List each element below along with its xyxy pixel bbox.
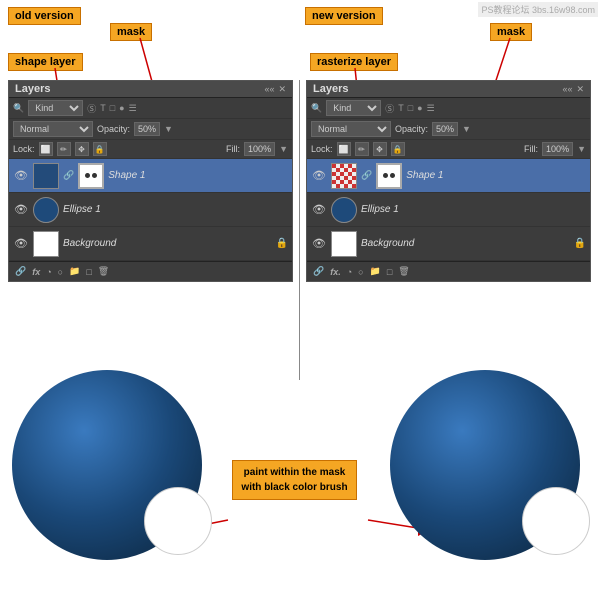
left-layer-shape1[interactable]: 👁 🔗 Shape 1 [9, 159, 292, 193]
paint-label: paint within the mask with black color b… [232, 460, 357, 500]
right-circle-container [390, 370, 580, 560]
left-kind-row: 🔍 Kind Ⓢ T □ ● ☰ [9, 98, 292, 119]
right-eye-shape1[interactable]: 👁 [311, 168, 327, 184]
right-lock-row: Lock: ⬜ ✏ ✥ 🔒 Fill: 100% ▼ [307, 140, 590, 159]
right-blend-row: Normal Opacity: 50% ▼ [307, 119, 590, 140]
right-mask-label: mask [490, 22, 532, 40]
left-footer-mask[interactable]: ◔ [46, 267, 51, 277]
right-footer-folder[interactable]: 📁 [370, 266, 381, 277]
right-footer-new[interactable]: □ [387, 267, 392, 277]
rasterize-layer-label: rasterize layer [310, 52, 398, 70]
left-layer3-name: Background [63, 238, 272, 249]
left-eye-bg[interactable]: 👁 [13, 236, 29, 252]
left-footer-link[interactable]: 🔗 [15, 266, 26, 277]
right-blend-select[interactable]: Normal [311, 121, 391, 137]
right-layer-ellipse1[interactable]: 👁 Ellipse 1 [307, 193, 590, 227]
right-mask1-thumb [376, 163, 402, 189]
left-layer2-name: Ellipse 1 [63, 204, 101, 215]
right-panel-controls: «« ✕ [562, 84, 584, 95]
left-eye-shape1[interactable]: 👁 [13, 168, 29, 184]
left-panel-footer: 🔗 fx ◔ ○ 📁 □ 🗑 [9, 261, 292, 281]
left-bg-thumb [33, 231, 59, 257]
right-footer-adj[interactable]: ○ [358, 267, 363, 277]
left-mask1-thumb [78, 163, 104, 189]
left-layer-background[interactable]: 👁 Background 🔒 [9, 227, 292, 261]
right-panel-footer: 🔗 fx. ◔ ○ 📁 □ 🗑 [307, 261, 590, 281]
left-circle-container [12, 370, 202, 560]
left-panel-title: Layers [15, 83, 50, 95]
right-layer-shape1[interactable]: 👁 🔗 Shape 1 [307, 159, 590, 193]
new-version-label: new version [305, 6, 383, 24]
right-footer-link[interactable]: 🔗 [313, 266, 324, 277]
right-kind-select[interactable]: Kind [326, 100, 381, 116]
right-kind-row: 🔍 Kind Ⓢ T □ ● ☰ [307, 98, 590, 119]
right-eye-bg[interactable]: 👁 [311, 236, 327, 252]
left-bg-lock-icon: 🔒 [276, 238, 288, 249]
right-layer2-name: Ellipse 1 [361, 204, 399, 215]
left-layers-panel: Layers «« ✕ 🔍 Kind Ⓢ T □ ● ☰ Normal Opac… [8, 80, 293, 282]
right-layers-panel: Layers «« ✕ 🔍 Kind Ⓢ T □ ● ☰ Normal Opac… [306, 80, 591, 282]
left-layer-ellipse1[interactable]: 👁 Ellipse 1 [9, 193, 292, 227]
right-layer-background[interactable]: 👁 Background 🔒 [307, 227, 590, 261]
right-fill-val[interactable]: 100% [542, 142, 573, 156]
left-blend-select[interactable]: Normal [13, 121, 93, 137]
right-panel-titlebar: Layers «« ✕ [307, 81, 590, 98]
left-lock-row: Lock: ⬜ ✏ ✥ 🔒 Fill: 100% ▼ [9, 140, 292, 159]
left-shape1-thumb [33, 163, 59, 189]
watermark: PS教程论坛 3bs.16w98.com [478, 2, 598, 17]
old-version-label: old version [8, 6, 81, 24]
right-bg-thumb [331, 231, 357, 257]
right-panel-title: Layers [313, 83, 348, 95]
shape-layer-label: shape layer [8, 52, 83, 70]
right-footer-fx[interactable]: fx. [330, 267, 341, 277]
left-footer-delete[interactable]: 🗑 [98, 266, 109, 277]
left-mask-label: mask [110, 22, 152, 40]
left-fill-val[interactable]: 100% [244, 142, 275, 156]
right-layer3-name: Background [361, 238, 570, 249]
right-bg-lock-icon: 🔒 [574, 238, 586, 249]
left-footer-adj[interactable]: ○ [58, 267, 63, 277]
left-kind-select[interactable]: Kind [28, 100, 83, 116]
right-footer-delete[interactable]: 🗑 [398, 266, 409, 277]
right-layer1-name: Shape 1 [406, 170, 443, 181]
right-footer-mask[interactable]: ◔ [347, 267, 352, 277]
left-ellipse1-thumb [33, 197, 59, 223]
right-eye-ellipse1[interactable]: 👁 [311, 202, 327, 218]
left-layer1-name: Shape 1 [108, 170, 145, 181]
left-footer-folder[interactable]: 📁 [69, 266, 80, 277]
left-opacity-val[interactable]: 50% [134, 122, 160, 136]
center-divider [299, 80, 300, 380]
right-shape1-raster-thumb [331, 163, 357, 189]
left-blend-row: Normal Opacity: 50% ▼ [9, 119, 292, 140]
left-panel-controls: «« ✕ [264, 84, 286, 95]
right-ellipse1-thumb [331, 197, 357, 223]
left-panel-titlebar: Layers «« ✕ [9, 81, 292, 98]
left-small-cutout [144, 487, 212, 555]
left-footer-fx[interactable]: fx [32, 267, 40, 277]
right-opacity-val[interactable]: 50% [432, 122, 458, 136]
left-eye-ellipse1[interactable]: 👁 [13, 202, 29, 218]
left-footer-new[interactable]: □ [86, 267, 91, 277]
right-small-cutout [522, 487, 590, 555]
